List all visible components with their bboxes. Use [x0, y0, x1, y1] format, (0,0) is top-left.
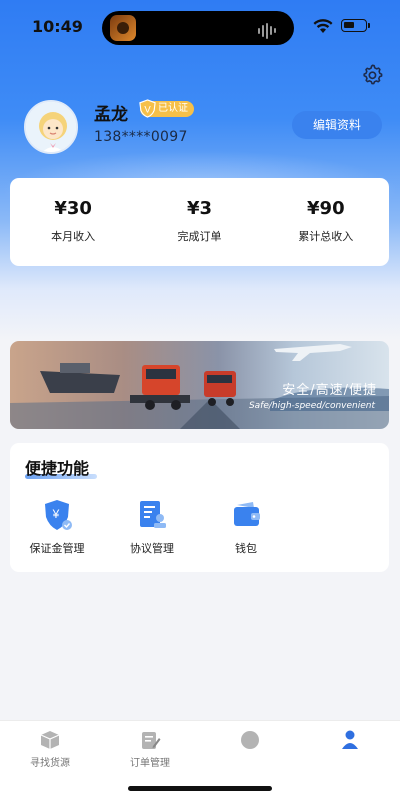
- stat-monthly-income[interactable]: ¥30 本月收入: [10, 178, 136, 266]
- settings-gear-icon[interactable]: [362, 64, 384, 86]
- tab-find-cargo[interactable]: 寻找货源: [10, 729, 90, 769]
- deposit-glyph: ¥: [52, 507, 60, 521]
- tab-label: 寻找货源: [30, 758, 70, 769]
- earnings-stats-card: ¥30 本月收入 ¥3 完成订单 ¥90 累计总收入: [10, 178, 389, 266]
- stat-label: 完成订单: [177, 230, 222, 243]
- quick-item-label: 钱包: [235, 542, 257, 555]
- battery-icon: [341, 19, 370, 32]
- wallet-icon: [234, 502, 260, 526]
- dynamic-island: [102, 11, 294, 45]
- stat-label: 累计总收入: [298, 230, 354, 243]
- quick-item-deposit[interactable]: ¥ 保证金管理: [17, 498, 97, 556]
- quick-functions-card: 便捷功能 ¥ 保证金管理 协议管理 钱包: [10, 443, 389, 572]
- stat-value: ¥90: [307, 198, 345, 219]
- section-title: 便捷功能: [25, 459, 90, 478]
- quick-item-label: 保证金管理: [29, 542, 85, 555]
- message-icon: [241, 731, 259, 749]
- stat-total-income[interactable]: ¥90 累计总收入: [263, 178, 389, 266]
- quick-item-wallet[interactable]: 钱包: [206, 498, 286, 556]
- banner-title: 安全/高速/便捷: [282, 383, 377, 398]
- stat-value: ¥3: [186, 198, 213, 219]
- quick-item-label: 协议管理: [130, 542, 174, 555]
- deposit-shield-icon: ¥: [45, 500, 72, 530]
- banner-subtitle: Safe/high-speed/convenient: [248, 401, 375, 411]
- stat-completed-orders[interactable]: ¥3 完成订单: [136, 178, 262, 266]
- verified-shield-icon: V: [139, 99, 156, 118]
- quick-item-agreement[interactable]: 协议管理: [112, 498, 192, 556]
- phone-number: 138****0097: [94, 129, 188, 145]
- tab-messages[interactable]: [210, 729, 290, 754]
- tab-profile[interactable]: [310, 729, 390, 754]
- verified-badge: V 已认证: [139, 99, 194, 118]
- order-edit-icon: [142, 732, 161, 749]
- live-activity-app-icon: [110, 15, 136, 41]
- agreement-icon: [140, 501, 166, 528]
- verified-mark: V: [144, 104, 151, 115]
- promo-banner[interactable]: 安全/高速/便捷 Safe/high-speed/convenient: [10, 341, 389, 429]
- edit-profile-button[interactable]: 编辑资料: [292, 111, 382, 139]
- tab-label: 订单管理: [130, 758, 170, 769]
- tab-orders[interactable]: 订单管理: [110, 729, 190, 769]
- avatar[interactable]: [24, 100, 78, 154]
- status-bar: 10:49: [0, 0, 400, 54]
- status-time: 10:49: [32, 17, 83, 36]
- home-indicator: [128, 786, 272, 791]
- wifi-icon: [313, 19, 333, 33]
- verified-label: 已认证: [158, 103, 188, 114]
- audio-wave-icon: [258, 20, 280, 39]
- cargo-box-icon: [40, 731, 60, 749]
- username: 孟龙: [94, 105, 128, 125]
- stat-value: ¥30: [54, 198, 92, 219]
- user-icon: [342, 730, 358, 749]
- stat-label: 本月收入: [51, 230, 96, 243]
